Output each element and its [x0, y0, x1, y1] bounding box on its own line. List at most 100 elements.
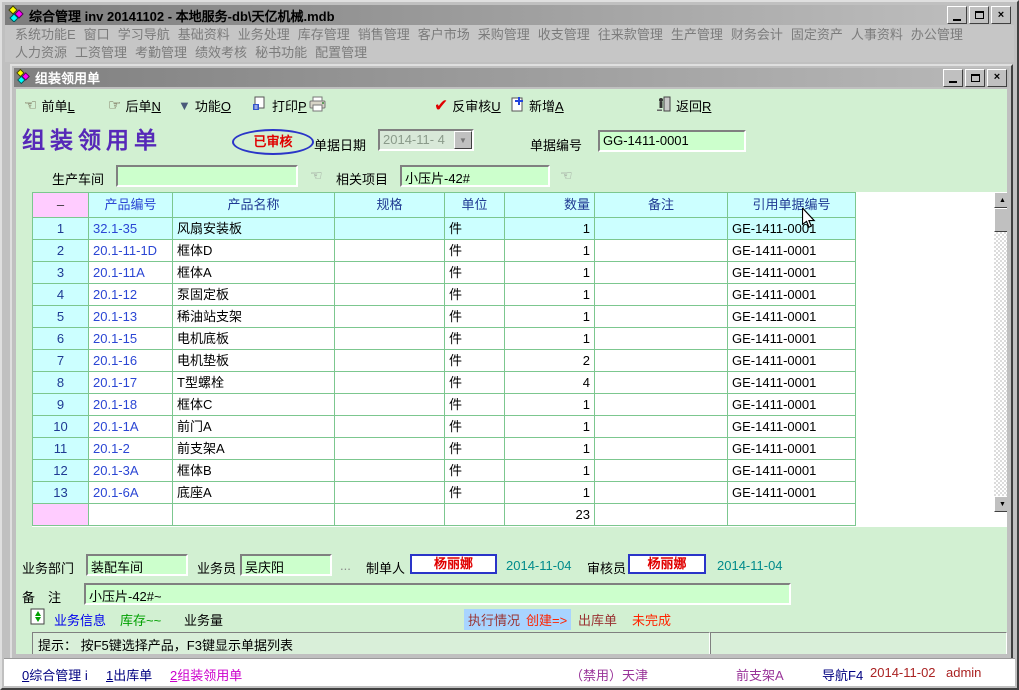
note-cell[interactable]	[595, 218, 728, 240]
ref-cell[interactable]: GE-1411-0001	[728, 350, 856, 372]
create-link[interactable]: 创建=>	[522, 609, 571, 630]
qty-cell[interactable]: 1	[505, 240, 595, 262]
spec-cell[interactable]	[335, 350, 445, 372]
ref-cell[interactable]: GE-1411-0001	[728, 240, 856, 262]
product-name-cell[interactable]: 框体A	[173, 262, 335, 284]
row-number-cell[interactable]: –	[33, 193, 89, 218]
clerk-field[interactable]: 吴庆阳	[240, 554, 332, 576]
qty-cell[interactable]: 1	[505, 482, 595, 504]
menu-item[interactable]: 采购管理	[474, 26, 534, 44]
unit-cell[interactable]: 件	[445, 482, 505, 504]
menu-item[interactable]: 工资管理	[71, 44, 131, 62]
row-number-cell[interactable]: 9	[33, 394, 89, 416]
product-name-cell[interactable]: T型螺栓	[173, 372, 335, 394]
table-row[interactable]: 520.1-13稀油站支架件1GE-1411-0001	[33, 306, 856, 328]
product-code-cell[interactable]: 产品编号	[89, 193, 173, 218]
doc-close-button[interactable]: ×	[987, 69, 1007, 87]
menu-item[interactable]: 收支管理	[534, 26, 594, 44]
table-row[interactable]: 320.1-11A框体A件1GE-1411-0001	[33, 262, 856, 284]
spec-cell[interactable]	[335, 328, 445, 350]
unit-cell[interactable]: 件	[445, 262, 505, 284]
spec-cell[interactable]	[335, 416, 445, 438]
product-code-cell[interactable]: 20.1-18	[89, 394, 173, 416]
doc-no-field[interactable]: GG-1411-0001	[598, 130, 746, 152]
product-name-cell[interactable]: 前支架A	[173, 438, 335, 460]
ref-cell[interactable]: GE-1411-0001	[728, 262, 856, 284]
product-name-cell[interactable]: 框体D	[173, 240, 335, 262]
product-name-cell[interactable]: 产品名称	[173, 193, 335, 218]
more-button[interactable]: ...	[340, 558, 351, 573]
note-cell[interactable]	[595, 350, 728, 372]
qty-cell[interactable]: 1	[505, 262, 595, 284]
add-new-button[interactable]: 新增A	[510, 95, 564, 115]
table-row[interactable]: 1120.1-2前支架A件1GE-1411-0001	[33, 438, 856, 460]
table-row[interactable]: 420.1-12泵固定板件1GE-1411-0001	[33, 284, 856, 306]
table-row[interactable]: 220.1-11-1D框体D件1GE-1411-0001	[33, 240, 856, 262]
product-code-cell[interactable]: 20.1-2	[89, 438, 173, 460]
row-number-cell[interactable]: 10	[33, 416, 89, 438]
note-cell[interactable]	[595, 460, 728, 482]
row-number-cell[interactable]: 12	[33, 460, 89, 482]
unit-cell[interactable]: 件	[445, 240, 505, 262]
business-info-link[interactable]: 业务信息	[54, 610, 106, 629]
spec-cell[interactable]	[335, 482, 445, 504]
prev-doc-button[interactable]: ☜ 前单L	[24, 95, 75, 115]
doc-maximize-button[interactable]	[965, 69, 985, 87]
product-code-cell[interactable]: 20.1-11A	[89, 262, 173, 284]
menu-item[interactable]: 固定资产	[787, 26, 847, 44]
status-nav-link[interactable]: 导航F4	[822, 665, 863, 684]
row-number-cell[interactable]: 2	[33, 240, 89, 262]
note-cell[interactable]	[595, 416, 728, 438]
unit-cell[interactable]: 件	[445, 416, 505, 438]
row-number-cell[interactable]: 4	[33, 284, 89, 306]
note-cell[interactable]	[595, 372, 728, 394]
spec-cell[interactable]	[335, 394, 445, 416]
menu-item[interactable]: 基础资料	[174, 26, 234, 44]
spec-cell[interactable]	[335, 372, 445, 394]
menu-item[interactable]: 绩效考核	[191, 44, 251, 62]
qty-cell[interactable]: 1	[505, 328, 595, 350]
menu-item[interactable]: 销售管理	[354, 26, 414, 44]
qty-cell[interactable]: 1	[505, 416, 595, 438]
next-doc-button[interactable]: ☞ 后单N	[108, 95, 161, 115]
unit-cell[interactable]: 件	[445, 218, 505, 240]
menu-item[interactable]: 系统功能E	[11, 26, 80, 44]
qty-cell[interactable]: 1	[505, 394, 595, 416]
product-code-cell[interactable]: 20.1-1A	[89, 416, 173, 438]
minimize-button[interactable]	[947, 6, 967, 24]
note-cell[interactable]	[595, 394, 728, 416]
spec-cell[interactable]	[335, 262, 445, 284]
note-cell[interactable]	[595, 438, 728, 460]
taskbar-item-assembly[interactable]: 2组装领用单	[170, 665, 242, 684]
qty-cell[interactable]: 1	[505, 218, 595, 240]
spec-cell[interactable]	[335, 240, 445, 262]
product-code-cell[interactable]: 20.1-12	[89, 284, 173, 306]
qty-cell[interactable]: 1	[505, 438, 595, 460]
table-row[interactable]: 920.1-18框体C件1GE-1411-0001	[33, 394, 856, 416]
dept-field[interactable]: 装配车间	[86, 554, 188, 576]
qty-cell[interactable]: 1	[505, 284, 595, 306]
menu-item[interactable]: 窗口	[80, 26, 114, 44]
table-scrollbar[interactable]: ▲ ▼	[994, 192, 1007, 512]
unit-cell[interactable]: 件	[445, 394, 505, 416]
menu-item[interactable]: 业务处理	[234, 26, 294, 44]
product-name-cell[interactable]: 框体B	[173, 460, 335, 482]
workshop-field[interactable]	[116, 165, 298, 187]
spec-cell[interactable]	[335, 218, 445, 240]
table-row[interactable]: 1220.1-3A框体B件1GE-1411-0001	[33, 460, 856, 482]
product-name-cell[interactable]: 前门A	[173, 416, 335, 438]
spec-cell[interactable]	[335, 438, 445, 460]
note-cell[interactable]	[595, 284, 728, 306]
return-button[interactable]: 返回R	[656, 95, 711, 115]
row-number-cell[interactable]: 6	[33, 328, 89, 350]
ref-cell[interactable]: 引用单据编号	[728, 193, 856, 218]
hand-pointer-icon[interactable]: ☜	[560, 167, 573, 184]
stock-link[interactable]: 库存~~	[120, 610, 161, 629]
table-row[interactable]: 1020.1-1A前门A件1GE-1411-0001	[33, 416, 856, 438]
unit-cell[interactable]: 件	[445, 460, 505, 482]
menu-item[interactable]: 客户市场	[414, 26, 474, 44]
product-name-cell[interactable]: 框体C	[173, 394, 335, 416]
product-code-cell[interactable]: 20.1-13	[89, 306, 173, 328]
table-row[interactable]: 620.1-15电机底板件1GE-1411-0001	[33, 328, 856, 350]
note-cell[interactable]	[595, 482, 728, 504]
